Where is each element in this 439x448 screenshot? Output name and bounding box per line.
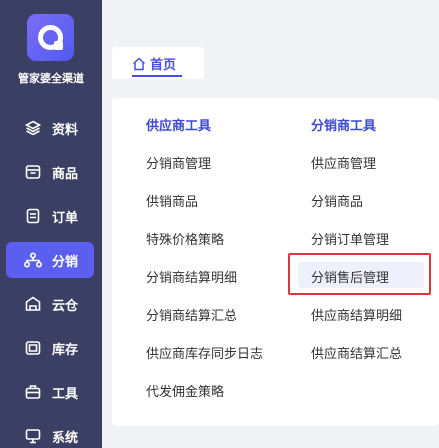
app-name: 管家婆全渠道 bbox=[18, 72, 84, 85]
tab-active-indicator bbox=[132, 75, 182, 77]
sidebar-item-distribution[interactable]: 分销 bbox=[6, 242, 94, 278]
sidebar-item-label: 工具 bbox=[52, 386, 79, 402]
link-supply-products[interactable]: 供销商品 bbox=[146, 191, 198, 210]
link-distribution-order-management[interactable]: 分销订单管理 bbox=[311, 229, 389, 248]
link-supplier-settlement-detail[interactable]: 供应商结算明细 bbox=[311, 305, 402, 324]
sidebar-item-tools[interactable]: 工具 bbox=[6, 374, 94, 410]
link-supplier-settlement-summary[interactable]: 供应商结算汇总 bbox=[311, 343, 402, 362]
link-distributor-settlement-summary[interactable]: 分销商结算汇总 bbox=[146, 305, 237, 324]
sidebar-item-label: 商品 bbox=[52, 166, 79, 182]
sidebar-item-inventory[interactable]: 库存 bbox=[6, 330, 94, 366]
box-icon bbox=[22, 161, 44, 183]
selection-highlight-box bbox=[288, 253, 431, 295]
sidebar-item-orders[interactable]: 订单 bbox=[6, 198, 94, 234]
link-distribution-products[interactable]: 分销商品 bbox=[311, 191, 363, 210]
link-special-price-policy[interactable]: 特殊价格策略 bbox=[146, 229, 224, 248]
column-title-distributor-tools: 分销商工具 bbox=[311, 119, 377, 134]
sidebar-item-data[interactable]: 资料 bbox=[6, 110, 94, 146]
home-icon bbox=[132, 56, 146, 71]
sidebar-item-products[interactable]: 商品 bbox=[6, 154, 94, 190]
tab-home[interactable]: 首页 bbox=[132, 54, 176, 73]
distribution-icon bbox=[22, 249, 44, 271]
sidebar-item-label: 云仓 bbox=[52, 298, 79, 314]
toolbox-icon bbox=[22, 381, 44, 403]
document-icon bbox=[22, 205, 44, 227]
link-supplier-inventory-sync-log[interactable]: 供应商库存同步日志 bbox=[146, 343, 263, 362]
sidebar: 管家婆全渠道 资料 商品 订单 分销 云仓 库存 工具 系统 bbox=[0, 0, 102, 448]
sidebar-item-label: 订单 bbox=[52, 210, 79, 226]
link-distributor-settlement-detail[interactable]: 分销商结算明细 bbox=[146, 267, 237, 286]
link-dropship-commission-policy[interactable]: 代发佣金策略 bbox=[146, 381, 224, 400]
monitor-icon bbox=[22, 425, 44, 447]
inventory-icon bbox=[22, 337, 44, 359]
tab-label: 首页 bbox=[150, 58, 177, 73]
link-distributor-management[interactable]: 分销商管理 bbox=[146, 153, 211, 172]
link-supplier-management[interactable]: 供应商管理 bbox=[311, 153, 376, 172]
sidebar-item-system[interactable]: 系统 bbox=[6, 418, 94, 448]
sidebar-item-label: 资料 bbox=[52, 122, 79, 138]
column-title-supplier-tools: 供应商工具 bbox=[146, 119, 212, 134]
warehouse-icon bbox=[22, 293, 44, 315]
sidebar-item-label: 分销 bbox=[52, 254, 79, 270]
sidebar-item-label: 系统 bbox=[52, 430, 79, 446]
sidebar-item-cloud-warehouse[interactable]: 云仓 bbox=[6, 286, 94, 322]
app-logo[interactable] bbox=[27, 14, 74, 61]
tab-bar: 首页 bbox=[112, 47, 204, 79]
sidebar-item-label: 库存 bbox=[52, 342, 79, 358]
layers-icon bbox=[22, 117, 44, 139]
